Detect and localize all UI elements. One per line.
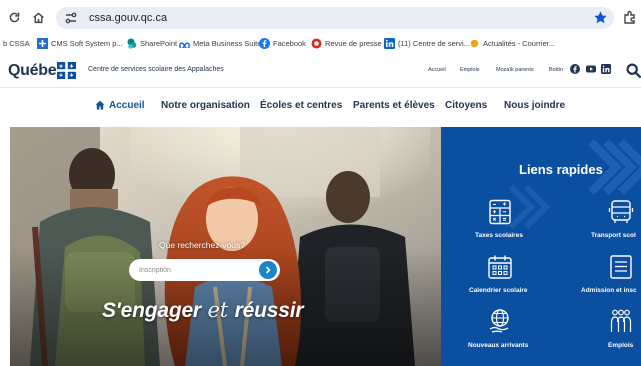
nav-ecoles-centres[interactable]: Écoles et centres: [260, 99, 342, 112]
bookmark-label: CMS Soft System p...: [51, 39, 123, 48]
sharepoint-icon: [126, 38, 137, 49]
bookmark-revue[interactable]: Revue de presse: [311, 36, 382, 51]
nav-citoyens[interactable]: Citoyens: [445, 99, 487, 112]
address-bar[interactable]: cssa.gouv.qc.ca: [56, 7, 614, 29]
people-icon[interactable]: [608, 308, 634, 334]
extensions-icon[interactable]: [622, 9, 638, 25]
news-icon: [311, 38, 322, 49]
calendar-icon[interactable]: [487, 254, 513, 280]
bus-icon[interactable]: [608, 199, 634, 225]
bookmark-label: Revue de presse: [325, 39, 382, 48]
quick-links-title: Liens rapides: [519, 162, 603, 177]
nav-accueil[interactable]: Accueil: [109, 99, 145, 112]
hero-search-button[interactable]: [259, 261, 277, 279]
quick-links-panel: Liens rapides Taxes scolaires Transport …: [441, 127, 641, 366]
bookmark-star-icon[interactable]: [593, 10, 608, 25]
calculator-icon[interactable]: [487, 199, 513, 225]
meta-icon: [179, 38, 190, 49]
util-link-mozaik[interactable]: Mozaïk parents: [496, 66, 534, 74]
facebook-icon: [259, 38, 270, 49]
slogan-et: et: [207, 298, 229, 322]
form-icon[interactable]: [608, 254, 634, 280]
courrier-icon: [469, 38, 480, 49]
reload-icon[interactable]: [6, 9, 22, 25]
main-navigation: Accueil Notre organisation Écoles et cen…: [0, 88, 641, 123]
bookmark-sharepoint[interactable]: SharePoint: [126, 36, 177, 51]
util-link-accueil[interactable]: Accueil: [428, 66, 446, 74]
home-icon[interactable]: [95, 100, 105, 110]
slogan-part-2: réussir: [234, 299, 304, 322]
linkedin-icon: [384, 38, 395, 49]
bookmark-label: SharePoint: [140, 39, 178, 48]
bookmark-linkedin[interactable]: (11) Centre de servi...: [384, 36, 470, 51]
browser-toolbar: cssa.gouv.qc.ca: [0, 0, 641, 33]
site-header: Québec Centre de services scolaire des A…: [0, 54, 641, 88]
bookmark-actualites[interactable]: Actualités - Courrier...: [469, 36, 555, 51]
linkedin-icon[interactable]: [601, 64, 611, 74]
bookmark-meta[interactable]: Meta Business Suite: [179, 36, 261, 51]
nav-nous-joindre[interactable]: Nous joindre: [504, 99, 565, 112]
site-info-icon[interactable]: [64, 11, 78, 25]
youtube-icon[interactable]: [586, 64, 596, 74]
bookmark-label: (11) Centre de servi...: [398, 39, 470, 48]
nav-parents-eleves[interactable]: Parents et élèves: [353, 99, 435, 112]
chevron-right-icon: [265, 266, 271, 274]
bookmark-cms[interactable]: CMS Soft System p...: [37, 36, 123, 51]
hero-slogan: S'engager et réussir: [102, 297, 304, 324]
home-icon[interactable]: [30, 9, 46, 25]
cms-logo-icon: [37, 38, 48, 49]
bookmark-label: Facebook: [273, 39, 306, 48]
bookmark-label: b CSSA: [3, 39, 30, 48]
globe-hand-icon[interactable]: [487, 308, 513, 334]
facebook-icon[interactable]: [570, 64, 580, 74]
quick-link-emplois[interactable]: Emplois: [608, 342, 633, 350]
bookmarks-bar: b CSSA CMS Soft System p... SharePoint M…: [0, 33, 641, 54]
quick-link-admission[interactable]: Admission et insc: [581, 287, 637, 295]
quick-link-taxes[interactable]: Taxes scolaires: [475, 232, 523, 240]
hero-question: Que recherchez-vous?: [159, 240, 245, 250]
slogan-part-1: S'engager: [102, 299, 201, 322]
hero-banner: Que recherchez-vous? S'engager et réussi…: [10, 127, 441, 366]
url-text[interactable]: cssa.gouv.qc.ca: [89, 11, 167, 25]
search-icon[interactable]: [626, 63, 641, 78]
hero-search-input[interactable]: [129, 259, 280, 281]
bookmark-facebook[interactable]: Facebook: [259, 36, 306, 51]
bookmark-cssa[interactable]: b CSSA: [3, 36, 30, 51]
util-link-bottin[interactable]: Bottin: [549, 66, 563, 74]
org-name[interactable]: Centre de services scolaire des Appalach…: [88, 65, 224, 75]
bookmark-label: Meta Business Suite: [193, 39, 262, 48]
bookmark-label: Actualités - Courrier...: [483, 39, 556, 48]
nav-notre-organisation[interactable]: Notre organisation: [161, 99, 250, 112]
util-link-emplois[interactable]: Emplois: [460, 66, 480, 74]
quick-link-calendrier[interactable]: Calendrier scolaire: [469, 287, 528, 295]
quebec-flag-icon: [57, 62, 76, 79]
quick-link-nouveaux-arrivants[interactable]: Nouveaux arrivants: [468, 342, 528, 350]
quick-link-transport[interactable]: Transport scol: [591, 232, 636, 240]
